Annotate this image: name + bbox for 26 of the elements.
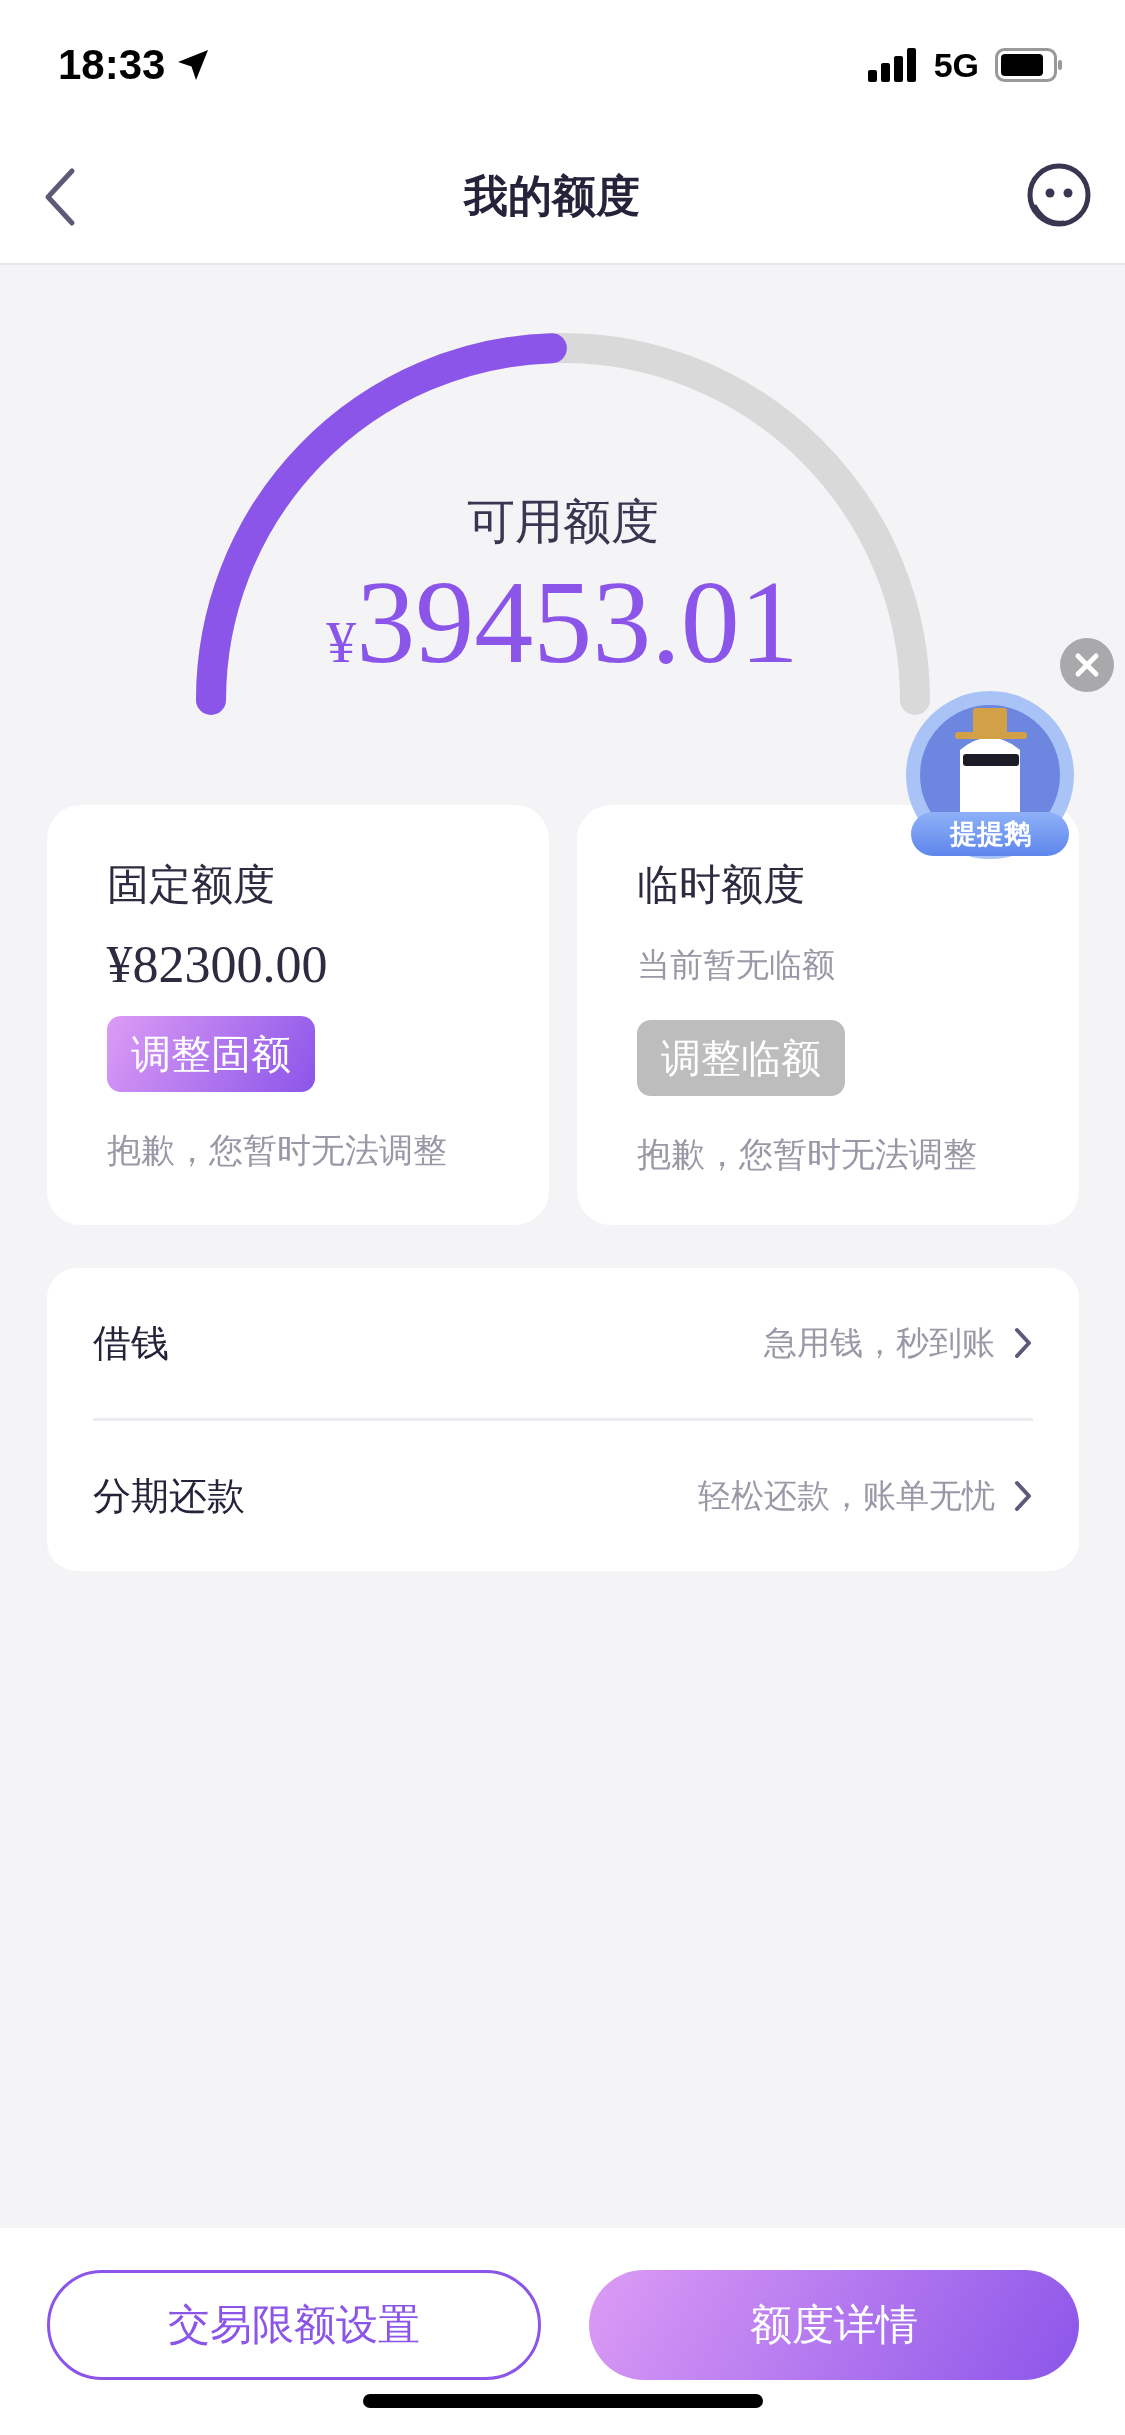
row-label: 分期还款 [92,1472,245,1520]
menu-row[interactable]: 借钱 急用钱，秒到账 [92,1268,1033,1418]
signal-icon [867,48,918,82]
quota-amount: ¥82300.00 [106,935,328,994]
status-time: 18:33 [58,41,166,89]
gauge-label: 可用额度 [466,492,659,551]
card-title: 临时额度 [636,859,805,911]
currency-sign: ¥ [326,608,357,677]
chevron-right-icon [1012,1479,1033,1513]
quota-details-button[interactable]: 额度详情 [588,2270,1079,2380]
quota-hint: 当前暂无临额 [636,944,835,986]
network-label: 5G [933,45,979,85]
chevron-right-icon [1012,1326,1033,1360]
card-title: 固定额度 [106,859,275,911]
row-hint: 轻松还款，账单无忧 [697,1474,995,1517]
menu-row[interactable]: 分期还款 轻松还款，账单无忧 [92,1421,1033,1571]
card-note: 抱歉，您暂时无法调整 [106,1129,447,1172]
page-title: 我的额度 [463,169,640,223]
adjust-button[interactable]: 调整固额 [106,1016,315,1092]
available-amount: 39453.01 [356,558,799,688]
limit-settings-button[interactable]: 交易限额设置 [46,2270,541,2380]
row-hint: 急用钱，秒到账 [763,1321,995,1364]
row-label: 借钱 [92,1319,169,1367]
mascot-label[interactable]: 提提鹅 [911,812,1069,856]
card-note: 抱歉，您暂时无法调整 [636,1133,977,1176]
battery-icon [995,48,1063,82]
